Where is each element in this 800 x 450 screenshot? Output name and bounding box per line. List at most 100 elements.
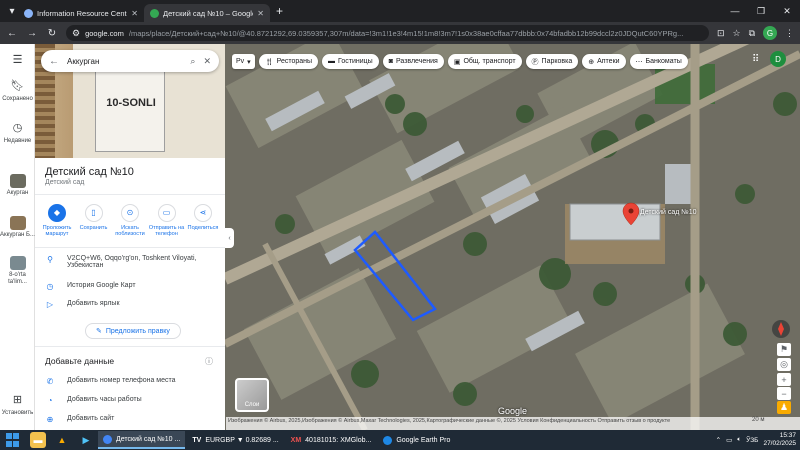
- tab-search-icon[interactable]: ▾: [6, 6, 18, 17]
- language-chip[interactable]: Рv ▾: [232, 54, 255, 69]
- taskbar-app-google-earth[interactable]: Google Earth Pro: [378, 431, 455, 449]
- chip-parking[interactable]: Ⓟ Парковка: [525, 54, 579, 69]
- site-info-icon[interactable]: ⚙: [72, 28, 80, 39]
- rail-item-recent[interactable]: ◷ Недавние: [0, 122, 35, 145]
- close-icon[interactable]: ✕: [203, 56, 211, 67]
- chip-label: Развлечения: [395, 58, 438, 65]
- directions-button[interactable]: ◆ Проложить маршрут: [39, 204, 75, 238]
- address-text: V2CQ+W6, Oqqo'rg'on, Toshkent Viloyati, …: [67, 255, 197, 269]
- search-input[interactable]: [67, 56, 183, 66]
- share-button[interactable]: ⋖ Поделиться: [185, 204, 221, 238]
- zoom-in-icon[interactable]: +: [777, 373, 791, 386]
- taskbar-app-chrome[interactable]: Детский сад №10 ...: [98, 431, 186, 449]
- chip-label: Общ. транспорт: [463, 58, 516, 65]
- save-button[interactable]: ▯ Сохранить: [76, 204, 112, 238]
- close-tab-icon[interactable]: ✕: [131, 9, 138, 18]
- xm-icon: XM: [290, 436, 302, 444]
- back-arrow-icon[interactable]: ←: [49, 56, 59, 67]
- chip-atms[interactable]: ⋯ Банкоматы: [629, 54, 688, 69]
- maximize-icon[interactable]: ❐: [748, 6, 774, 17]
- help-icon[interactable]: ⓘ: [205, 356, 213, 367]
- history-row[interactable]: ◷ История Google Карт: [45, 282, 217, 291]
- minimize-icon[interactable]: —: [722, 6, 748, 16]
- pharmacy-icon: ⊕: [588, 58, 595, 66]
- forward-arrow-icon[interactable]: →: [26, 28, 38, 39]
- rail-item-saved[interactable]: 🔖︎ Сохранено: [0, 80, 35, 103]
- app-icon[interactable]: ▲: [54, 432, 70, 448]
- map-attribution: Изображения © Airbus, 2025,Изображения ©…: [226, 417, 800, 430]
- back-arrow-icon[interactable]: ←: [6, 28, 18, 39]
- taskbar-app-label: 40181015: XMGlob...: [305, 436, 372, 444]
- phone-icon: ✆: [46, 377, 54, 386]
- address-row[interactable]: ⚲ V2CQ+W6, Oqqo'rg'on, Toshkent Viloyati…: [45, 255, 217, 269]
- window-controls: — ❐ ✕: [722, 0, 800, 22]
- close-window-icon[interactable]: ✕: [774, 6, 800, 17]
- clock[interactable]: 15:37 27/02/2025: [763, 432, 796, 448]
- volume-icon[interactable]: 🔈︎: [737, 436, 741, 444]
- chevron-down-icon: ▾: [247, 58, 251, 66]
- file-explorer-icon[interactable]: ▬: [30, 432, 46, 448]
- chip-label: Банкоматы: [645, 58, 682, 65]
- tab-information-resource-center[interactable]: Information Resource Center W ✕: [18, 4, 144, 22]
- url-omnibox[interactable]: ⚙ google.com/maps/place/Детский+сад+№10/…: [66, 25, 709, 41]
- language-chip-label: Рv: [236, 58, 245, 65]
- tab-google-maps[interactable]: Детский сад №10 – Google Ка ✕: [144, 4, 270, 22]
- place-category[interactable]: Детский сад: [45, 179, 84, 186]
- pencil-icon: ✎: [96, 328, 102, 335]
- satellite-imagery: [225, 44, 800, 430]
- add-hours-row[interactable]: ◔ Добавить часы работы: [45, 396, 217, 405]
- install-app-icon[interactable]: ⊡: [717, 28, 725, 39]
- url-path: /maps/place/Детский+сад+№10/@40.8721292,…: [128, 28, 684, 38]
- chip-transit[interactable]: ▣ Общ. транспорт: [447, 54, 522, 69]
- rail-item-recent-place[interactable]: Акурган: [0, 174, 35, 197]
- nearby-button[interactable]: ⊙ Искать поблизости: [112, 204, 148, 238]
- chip-pharmacies[interactable]: ⊕ Аптеки: [582, 54, 626, 69]
- rail-item-install[interactable]: ⊞ Установить: [0, 394, 35, 417]
- url-host: google.com: [85, 28, 124, 38]
- action-label: Поделиться: [187, 225, 219, 231]
- chip-entertainment[interactable]: ◙ Развлечения: [382, 54, 444, 69]
- taskbar-app-tradingview[interactable]: TV EURGBP ▼ 0.82689 ...: [187, 431, 283, 449]
- add-label-row[interactable]: ▷ Добавить ярлык: [45, 300, 217, 309]
- my-location-icon[interactable]: ◎: [777, 358, 791, 371]
- phone-icon: ▭: [157, 204, 176, 222]
- taskbar-app-xm[interactable]: XM 40181015: XMGlob...: [286, 431, 377, 449]
- add-website-row[interactable]: ⊕ Добавить сайт: [45, 415, 217, 424]
- profile-avatar[interactable]: G: [763, 26, 777, 40]
- network-icon[interactable]: ▭: [726, 436, 732, 444]
- chip-restaurants[interactable]: 🍴︎ Рестораны: [258, 54, 319, 69]
- apps-grid-icon[interactable]: ⠿: [752, 54, 759, 65]
- send-to-phone-button[interactable]: ▭ Отправить на телефон: [149, 204, 185, 238]
- close-tab-icon[interactable]: ✕: [257, 9, 264, 18]
- rail-item-recent-place[interactable]: 8-o'rta ta'lim...: [0, 256, 35, 286]
- add-phone-row[interactable]: ✆ Добавить номер телефона места: [45, 377, 217, 386]
- layers-button[interactable]: Слои: [235, 378, 269, 412]
- browser-menu-icon[interactable]: ⋮: [785, 28, 794, 39]
- add-item-label: Добавить часы работы: [67, 396, 142, 403]
- place-panel: 10-SONLI ← ⌕ ✕ Детский сад №10 Детский с…: [35, 44, 225, 430]
- new-tab-plus-icon[interactable]: +: [276, 4, 283, 18]
- reload-icon[interactable]: ↻: [46, 28, 58, 39]
- pin-label[interactable]: Детский сад №10: [640, 209, 697, 216]
- input-language[interactable]: ЎЗБ: [746, 437, 758, 444]
- pegman-icon[interactable]: ♟: [777, 401, 791, 414]
- satellite-map[interactable]: [225, 44, 800, 430]
- street-view-pegman-icon[interactable]: ⚑: [777, 343, 791, 356]
- rail-item-recent-place[interactable]: Аккурган Б...: [0, 216, 35, 239]
- map-scale[interactable]: 20 м: [752, 417, 764, 423]
- suggest-edit-button[interactable]: ✎ Предложить правку: [85, 323, 181, 339]
- clock-date: 27/02/2025: [763, 440, 796, 447]
- suggest-edit-label: Предложить правку: [105, 327, 170, 335]
- windows-start-icon[interactable]: [6, 433, 20, 447]
- zoom-out-icon[interactable]: −: [777, 387, 791, 400]
- globe-icon: ⊕: [46, 415, 54, 424]
- search-icon[interactable]: ⌕: [190, 56, 195, 67]
- tray-overflow-icon[interactable]: ⌃: [716, 436, 721, 444]
- chip-hotels[interactable]: ▬ Гостиницы: [322, 54, 379, 69]
- hamburger-menu-icon[interactable]: ☰: [0, 54, 35, 70]
- extensions-icon[interactable]: ⧉: [749, 28, 755, 39]
- media-player-icon[interactable]: ▶: [78, 432, 94, 448]
- account-avatar[interactable]: D: [770, 51, 786, 67]
- bookmark-star-icon[interactable]: ☆: [732, 28, 740, 39]
- collapse-panel-button[interactable]: ‹: [225, 228, 234, 248]
